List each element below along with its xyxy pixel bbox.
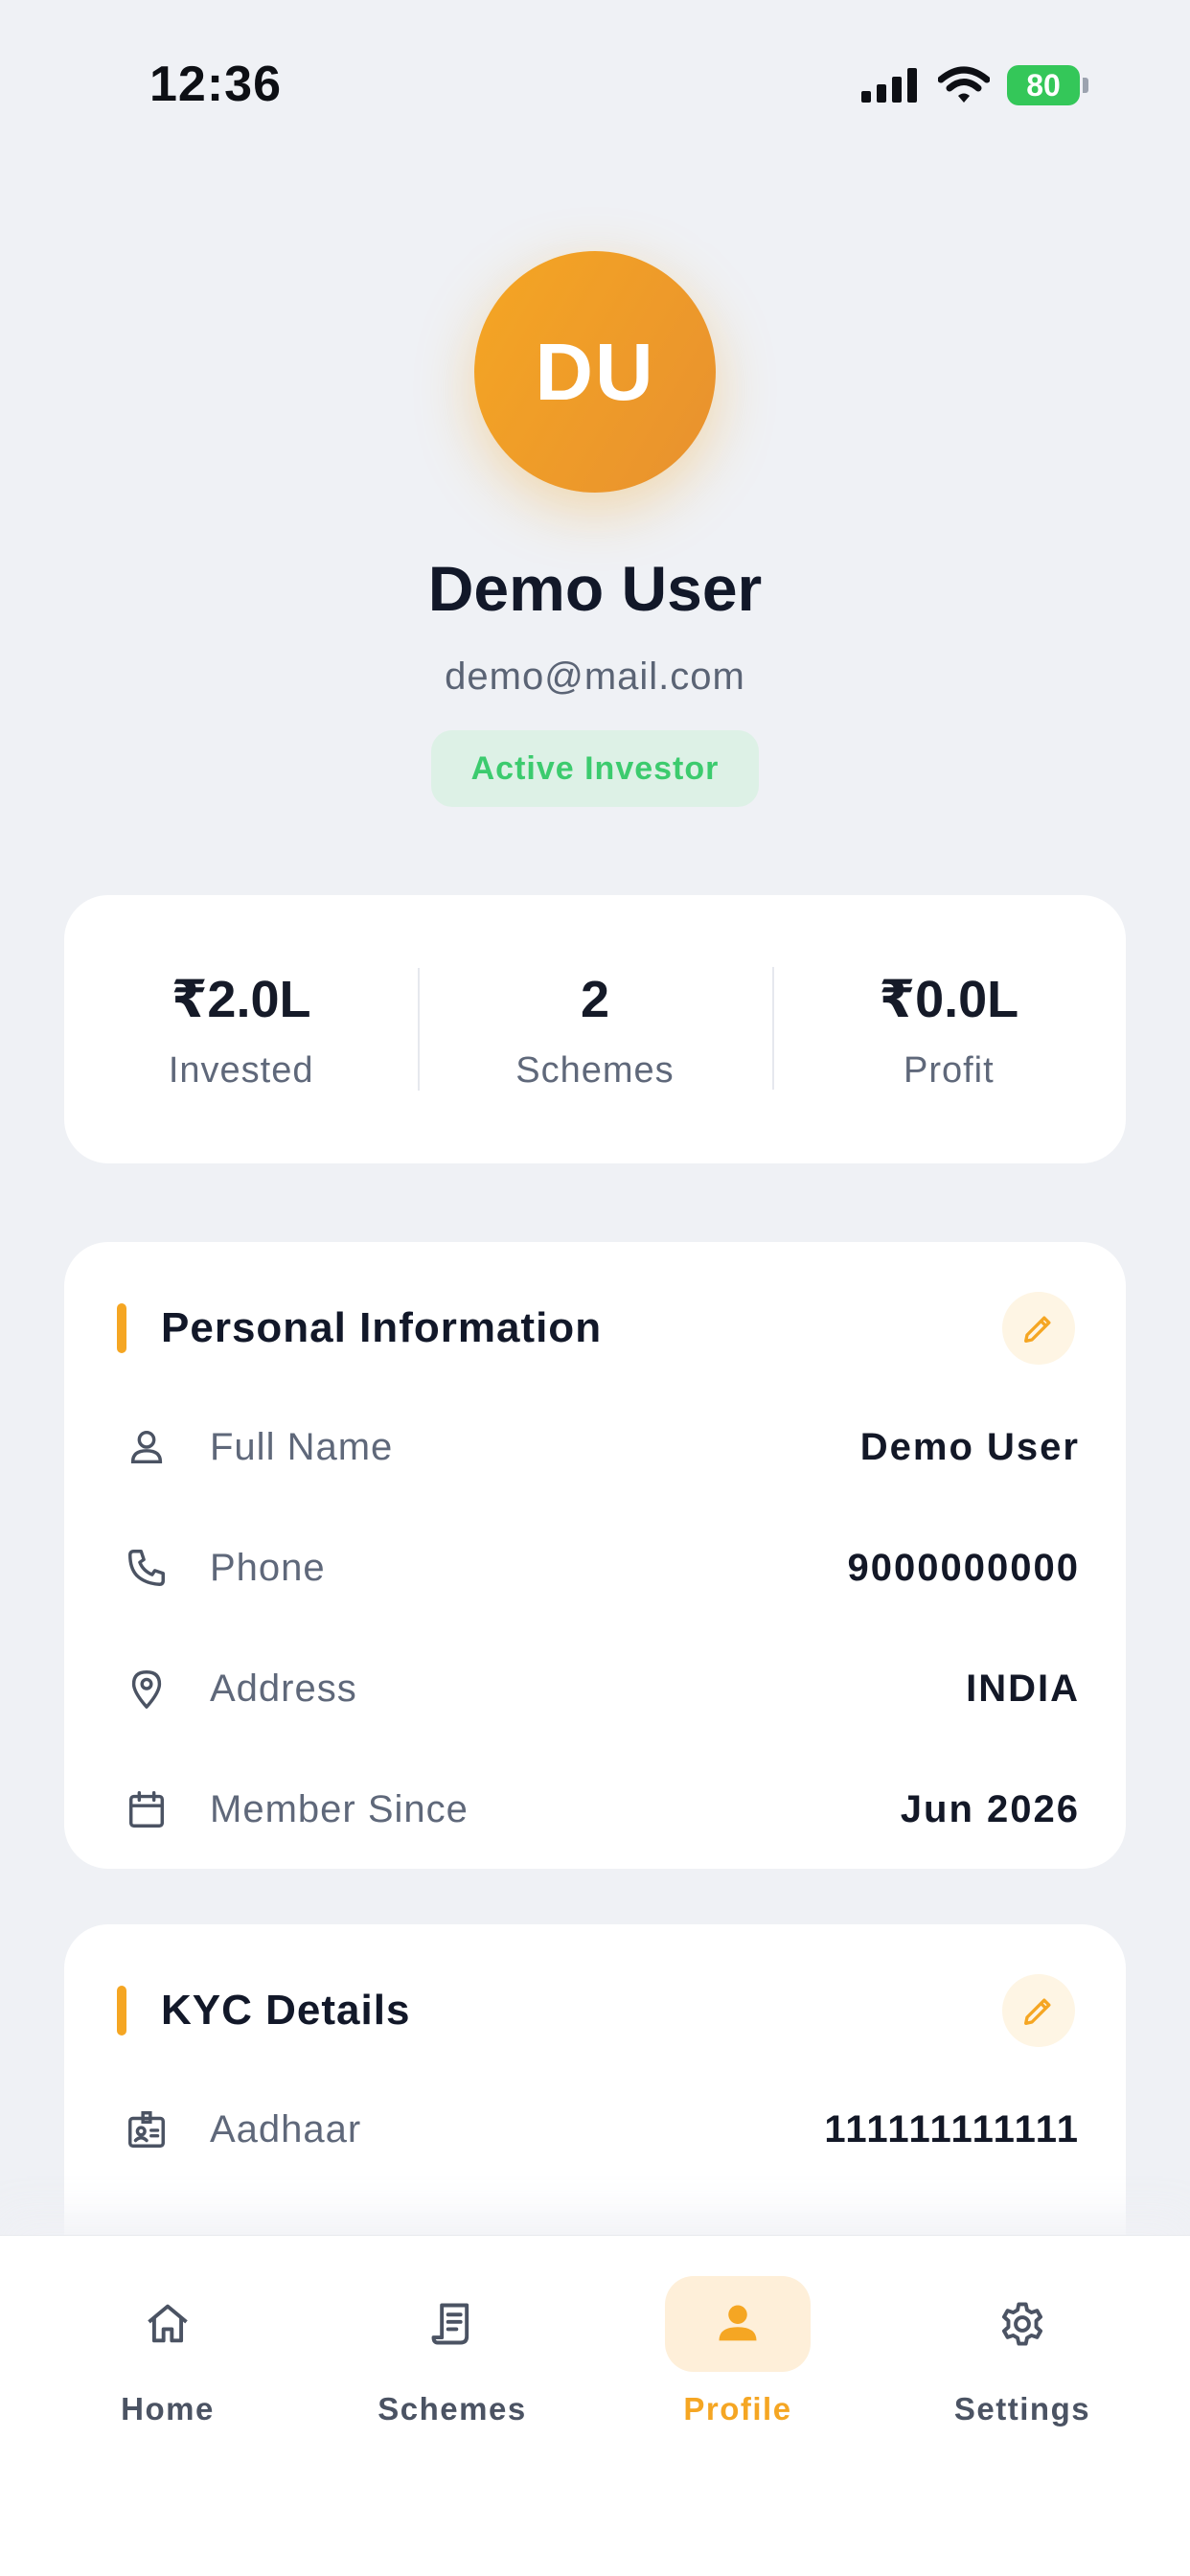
profile-name: Demo User xyxy=(427,553,763,624)
nav-label: Schemes xyxy=(378,2391,527,2426)
row-label: Address xyxy=(210,1667,357,1710)
nav-label: Home xyxy=(121,2391,215,2426)
status-bar: 12:36 80 xyxy=(0,0,1190,172)
phone-icon xyxy=(122,1543,172,1593)
battery-cap xyxy=(1083,78,1088,93)
stat-label: Profit xyxy=(903,1050,995,1091)
stat-value: 2 xyxy=(580,970,610,1028)
kyc-row-aadhaar: Aadhaar 111111111111 xyxy=(122,2091,1080,2168)
row-value: 111111111111 xyxy=(824,2107,1080,2150)
cellular-signal-icon xyxy=(861,68,917,103)
stat-profit: ₹0.0L Profit xyxy=(771,967,1126,1092)
bottom-nav: Home Schemes Profile Settings xyxy=(0,2235,1190,2576)
nav-item-home[interactable]: Home xyxy=(24,2276,311,2468)
id-card-icon xyxy=(122,2104,172,2154)
pencil-icon xyxy=(1024,1316,1051,1343)
row-label: Full Name xyxy=(210,1425,394,1468)
calendar-icon xyxy=(122,1784,172,1834)
row-value: Jun 2026 xyxy=(900,1787,1080,1830)
nav-label: Profile xyxy=(683,2391,792,2426)
edit-kyc-button[interactable] xyxy=(1002,1974,1075,2047)
person-icon xyxy=(122,1422,172,1472)
row-value: Demo User xyxy=(859,1425,1080,1468)
nav-item-profile[interactable]: Profile xyxy=(594,2276,881,2468)
document-icon xyxy=(431,2303,469,2345)
accent-bar xyxy=(117,1986,126,2036)
battery-charging-icon: 80 xyxy=(1007,65,1088,105)
personal-info-card: Personal Information Full Name Demo User… xyxy=(64,1242,1126,1869)
avatar: DU xyxy=(474,251,716,493)
stat-label: Schemes xyxy=(515,1049,675,1091)
nav-icon-box xyxy=(95,2276,240,2372)
section-title: KYC Details xyxy=(161,1987,411,2034)
row-label: Aadhaar xyxy=(210,2107,362,2150)
wifi-icon xyxy=(938,66,990,103)
status-badge: Active Investor xyxy=(431,730,759,807)
row-value: 9000000000 xyxy=(847,1546,1080,1589)
profile-email: demo@mail.com xyxy=(445,656,745,698)
stat-value: ₹0.0L xyxy=(879,971,1019,1028)
nav-icon-box xyxy=(665,2276,811,2372)
info-row-member-since: Member Since Jun 2026 xyxy=(122,1771,1080,1848)
info-row-full-name: Full Name Demo User xyxy=(122,1409,1080,1485)
stat-label: Invested xyxy=(168,1050,314,1091)
gear-icon xyxy=(1001,2302,1043,2346)
row-label: Member Since xyxy=(210,1787,469,1830)
row-label: Phone xyxy=(210,1546,326,1589)
status-icons: 80 xyxy=(861,65,1088,105)
info-row-address: Address INDIA xyxy=(122,1650,1080,1727)
avatar-initials: DU xyxy=(474,251,716,493)
stat-invested: ₹2.0L Invested xyxy=(64,967,418,1092)
person-icon xyxy=(719,2305,757,2341)
accent-bar xyxy=(117,1303,126,1353)
home-icon xyxy=(148,2304,188,2343)
nav-label: Settings xyxy=(953,2391,1091,2426)
status-time: 12:36 xyxy=(149,57,282,112)
nav-icon-box xyxy=(950,2276,1095,2372)
stat-schemes: 2 Schemes xyxy=(418,967,771,1092)
info-row-phone: Phone 9000000000 xyxy=(122,1530,1080,1606)
kyc-header: KYC Details xyxy=(117,1974,1075,2047)
nav-item-schemes[interactable]: Schemes xyxy=(309,2276,596,2468)
pencil-icon xyxy=(1024,1998,1051,2025)
battery-level: 80 xyxy=(1007,65,1080,105)
nav-item-settings[interactable]: Settings xyxy=(879,2276,1166,2468)
personal-info-header: Personal Information xyxy=(117,1292,1075,1365)
stat-value: ₹2.0L xyxy=(171,971,311,1028)
nav-icon-box xyxy=(379,2276,525,2372)
row-value: INDIA xyxy=(966,1667,1080,1710)
edit-personal-info-button[interactable] xyxy=(1002,1292,1075,1365)
section-title: Personal Information xyxy=(161,1304,603,1351)
stats-card: ₹2.0L Invested 2 Schemes ₹0.0L Profit xyxy=(64,895,1126,1163)
location-pin-icon xyxy=(122,1664,172,1714)
